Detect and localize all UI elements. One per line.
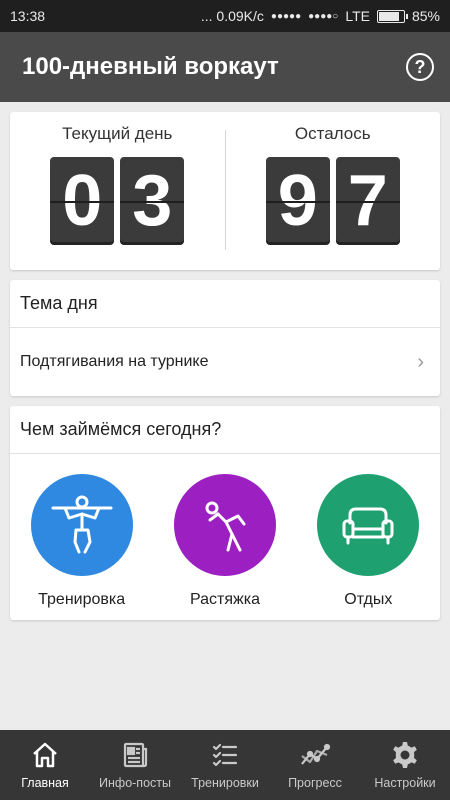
stretch-label: Растяжка: [189, 591, 260, 608]
progress-icon: [301, 743, 331, 765]
status-indicators: ... 0.09K/c ●●●●● ●●●●○ LTE 85%: [201, 8, 440, 24]
remaining-digits: 9 7: [265, 157, 400, 245]
nav-info-posts[interactable]: Инфо-посты: [90, 730, 180, 800]
remaining-label: Осталось: [294, 124, 371, 143]
status-time: 13:38: [10, 8, 46, 24]
rest-circle[interactable]: [317, 474, 420, 576]
theme-item-label: Подтягивания на турнике: [20, 353, 209, 370]
activity-header: Чем займёмся сегодня?: [10, 406, 440, 454]
sofa-icon: [342, 507, 394, 545]
flip-digit: 9: [265, 157, 330, 245]
flip-digit: 0: [50, 157, 115, 245]
nav-progress[interactable]: Прогресс: [270, 730, 360, 800]
activity-list: Тренировка Растяжка Отдых: [10, 454, 440, 609]
theme-item[interactable]: Подтягивания на турнике ›: [10, 328, 440, 396]
network-speed: ... 0.09K/c: [200, 8, 264, 24]
battery-icon: [376, 9, 408, 23]
nav-home[interactable]: Главная: [0, 730, 90, 800]
workout-label: Тренировка: [38, 591, 126, 608]
current-day-section: Текущий день 0 3: [10, 112, 225, 270]
nav-info-posts-label: Инфо-посты: [99, 776, 171, 790]
help-icon[interactable]: ?: [406, 53, 434, 81]
activity-card: Чем займёмся сегодня? Тренировка Растяжк…: [10, 406, 440, 620]
nav-progress-label: Прогресс: [288, 776, 342, 790]
workout-circle[interactable]: [30, 474, 133, 576]
rest-label: Отдых: [344, 591, 393, 608]
pullup-icon: [51, 495, 113, 554]
stretch-circle[interactable]: [173, 474, 276, 576]
gear-icon: [393, 742, 417, 768]
theme-header: Тема дня: [10, 280, 440, 328]
flip-digit: 7: [335, 157, 400, 245]
news-icon: [123, 742, 148, 768]
nav-workouts-label: Тренировки: [191, 776, 259, 790]
activity-stretch[interactable]: Растяжка: [165, 474, 285, 609]
bottom-nav: Главная Инфо-посты Тренировки Прогресс Н…: [0, 730, 450, 800]
theme-card: Тема дня Подтягивания на турнике ›: [10, 280, 440, 396]
home-icon: [33, 742, 57, 768]
activity-workout[interactable]: Тренировка: [22, 474, 142, 609]
nav-workouts[interactable]: Тренировки: [180, 730, 270, 800]
checklist-icon: [212, 743, 238, 767]
battery-percent: 85%: [411, 8, 440, 24]
nav-settings[interactable]: Настройки: [360, 730, 450, 800]
stretch-icon: [205, 501, 246, 552]
current-day-digits: 0 3: [50, 157, 185, 245]
signal-dots: ●●●●●: [270, 10, 302, 22]
remaining-section: Осталось 9 7: [226, 112, 441, 270]
chevron-right-icon: ›: [417, 350, 424, 373]
nav-settings-label: Настройки: [374, 776, 436, 790]
nav-home-label: Главная: [21, 776, 69, 790]
day-counter-card: Текущий день 0 3 Осталось 9 7: [10, 112, 440, 270]
network-dots: ●●●●○: [308, 10, 339, 22]
app-title: 100-дневный воркаут: [22, 53, 279, 80]
flip-digit: 3: [120, 157, 185, 245]
activity-rest[interactable]: Отдых: [308, 474, 428, 609]
app-bar: 100-дневный воркаут ?: [0, 32, 450, 102]
network-type: LTE: [345, 8, 370, 24]
status-bar: 13:38 ... 0.09K/c ●●●●● ●●●●○ LTE 85%: [0, 0, 450, 32]
current-day-label: Текущий день: [62, 124, 173, 143]
